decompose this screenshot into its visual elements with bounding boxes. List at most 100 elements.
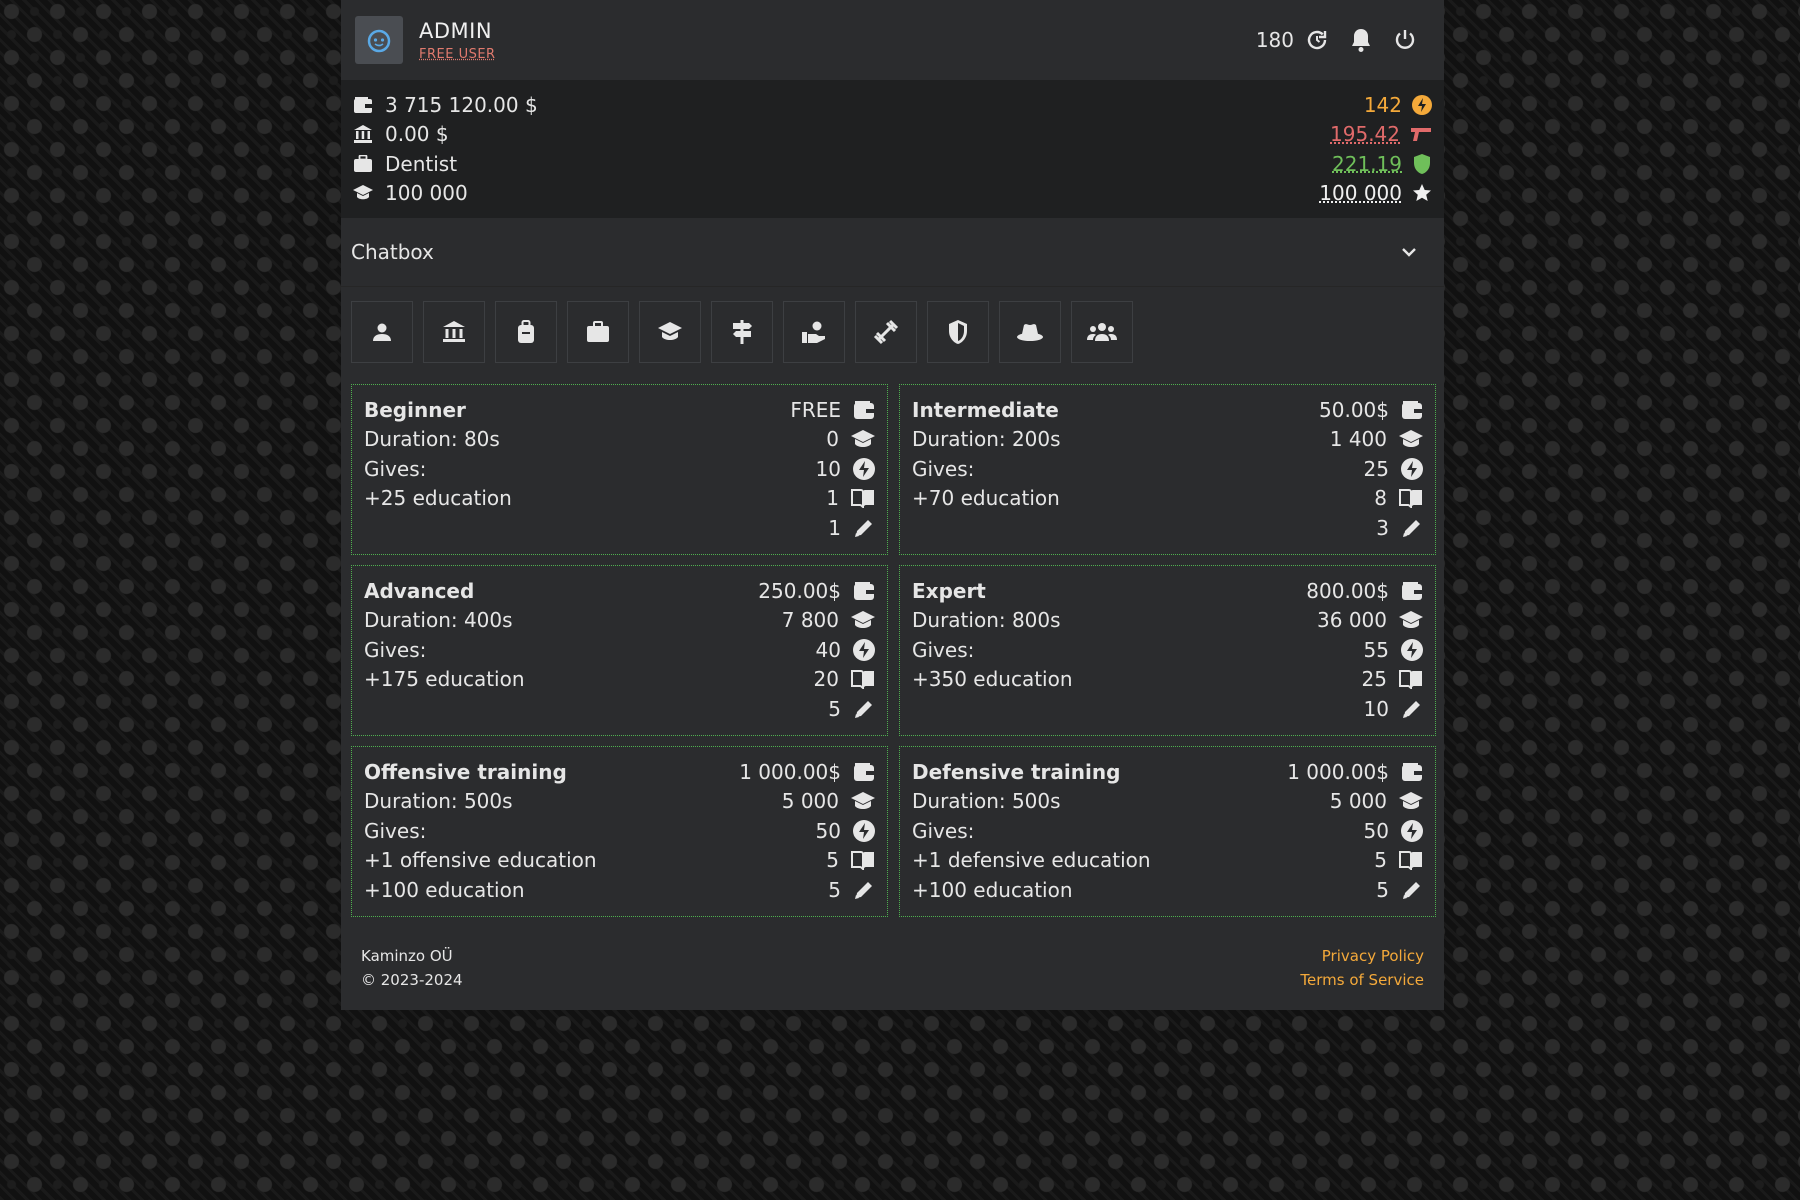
course-pencil-cost: 10 [1363, 696, 1389, 721]
course-reward: +1 offensive education [364, 848, 597, 873]
money-stat: 3 715 120.00 $ [353, 90, 538, 120]
shield-icon [1414, 153, 1430, 174]
tab-gang[interactable] [1071, 301, 1133, 363]
bell-icon[interactable] [1348, 27, 1374, 53]
book-icon [1399, 851, 1422, 871]
graduation-cap-icon [1399, 792, 1423, 810]
course-pencil-cost: 5 [1376, 877, 1389, 902]
energy-icon [1412, 94, 1432, 115]
tab-profile[interactable] [351, 301, 413, 363]
course-reward: +25 education [364, 486, 512, 511]
gun-icon [1411, 128, 1431, 142]
wallet-icon [854, 581, 874, 600]
course-gives-label: Gives: [912, 818, 975, 843]
course-education-requirement: 0 [826, 427, 839, 452]
course-pencil-cost: 5 [828, 877, 841, 902]
user-info: ADMIN FREE USER [355, 16, 496, 64]
game-panel: ADMIN FREE USER 180 3 715 120.00 $ 0.00 … [341, 0, 1444, 1010]
course-energy-cost: 25 [1363, 456, 1389, 481]
defense-stat: 221.19 [1319, 149, 1432, 179]
course-energy-cost: 10 [815, 456, 841, 481]
pencil-icon [855, 700, 872, 718]
offense-stat: 195.42 [1319, 120, 1432, 150]
pencil-icon [855, 519, 872, 537]
pencil-icon [1403, 700, 1420, 718]
course-energy-cost: 50 [815, 818, 841, 843]
course-reward: +70 education [912, 486, 1060, 511]
tab-education[interactable] [639, 301, 701, 363]
graduation-cap-icon [851, 611, 875, 629]
user-type-link[interactable]: FREE USER [419, 47, 496, 62]
tab-travel[interactable] [711, 301, 773, 363]
course-duration: Duration: 80s [364, 427, 500, 452]
energy-icon [853, 457, 875, 480]
course-energy-cost: 50 [1363, 818, 1389, 843]
wallet-icon [854, 762, 874, 781]
header: ADMIN FREE USER 180 [341, 0, 1444, 80]
course-card[interactable]: Offensive training Duration: 500s Gives:… [351, 746, 888, 917]
course-card[interactable]: Expert Duration: 800s Gives: +350 educat… [899, 565, 1436, 736]
course-price: 50.00$ [1319, 397, 1389, 422]
course-duration: Duration: 200s [912, 427, 1061, 452]
wallet-icon [1402, 762, 1422, 781]
dumbbell-icon [873, 319, 899, 345]
course-book-cost: 8 [1374, 486, 1387, 511]
course-gives-label: Gives: [364, 637, 427, 662]
course-education-requirement: 36 000 [1317, 608, 1387, 633]
tab-bank[interactable] [423, 301, 485, 363]
briefcase-icon [587, 321, 609, 342]
course-title: Beginner [364, 397, 466, 422]
course-title: Defensive training [912, 759, 1121, 784]
signpost-icon [733, 320, 752, 344]
tab-charity[interactable] [783, 301, 845, 363]
username: ADMIN [419, 18, 493, 43]
course-energy-cost: 40 [815, 637, 841, 662]
refresh-icon[interactable] [1304, 27, 1330, 53]
stats-panel: 3 715 120.00 $ 0.00 $ Dentist 100 000 14… [341, 80, 1444, 218]
terms-of-service-link[interactable]: Terms of Service [1300, 971, 1424, 995]
tab-inventory[interactable] [495, 301, 557, 363]
avatar[interactable] [355, 16, 403, 64]
course-title: Offensive training [364, 759, 567, 784]
tab-crime[interactable] [999, 301, 1061, 363]
tab-defense[interactable] [927, 301, 989, 363]
company-name: Kaminzo OÜ [361, 947, 453, 965]
graduation-cap-icon [658, 322, 682, 340]
job-stat: Dentist [353, 149, 538, 179]
book-icon [1399, 489, 1422, 509]
bank-stat: 0.00 $ [353, 120, 538, 150]
graduation-cap-icon [1399, 430, 1423, 448]
privacy-policy-link[interactable]: Privacy Policy [1300, 947, 1424, 971]
course-education-requirement: 1 400 [1329, 427, 1387, 452]
power-icon[interactable] [1392, 27, 1418, 53]
course-gives-label: Gives: [912, 456, 975, 481]
course-title: Advanced [364, 578, 475, 603]
bank-icon [354, 125, 372, 144]
education-stat: 100 000 [353, 179, 538, 209]
chatbox-toggle[interactable]: Chatbox [341, 218, 1444, 287]
course-card[interactable]: Advanced Duration: 400s Gives: +175 educ… [351, 565, 888, 736]
tab-gym[interactable] [855, 301, 917, 363]
chevron-down-icon [1402, 248, 1416, 257]
energy-icon [1401, 819, 1423, 842]
pencil-icon [1403, 881, 1420, 899]
course-book-cost: 5 [1374, 848, 1387, 873]
course-price: 250.00$ [758, 578, 841, 603]
book-icon [851, 489, 874, 509]
course-price: 1 000.00$ [739, 759, 841, 784]
book-icon [851, 851, 874, 871]
course-duration: Duration: 500s [912, 789, 1061, 814]
course-card[interactable]: Beginner Duration: 80s Gives: +25 educat… [351, 384, 888, 555]
energy-icon [853, 638, 875, 661]
wallet-icon [1402, 581, 1422, 600]
course-energy-cost: 55 [1363, 637, 1389, 662]
course-education-requirement: 5 000 [781, 789, 839, 814]
course-card[interactable]: Defensive training Duration: 500s Gives:… [899, 746, 1436, 917]
briefcase-icon [354, 154, 372, 172]
tab-jobs[interactable] [567, 301, 629, 363]
course-reward: +100 education [364, 877, 525, 902]
course-book-cost: 20 [813, 667, 839, 692]
course-card[interactable]: Intermediate Duration: 200s Gives: +70 e… [899, 384, 1436, 555]
course-book-cost: 25 [1361, 667, 1387, 692]
energy-icon [1401, 638, 1423, 661]
